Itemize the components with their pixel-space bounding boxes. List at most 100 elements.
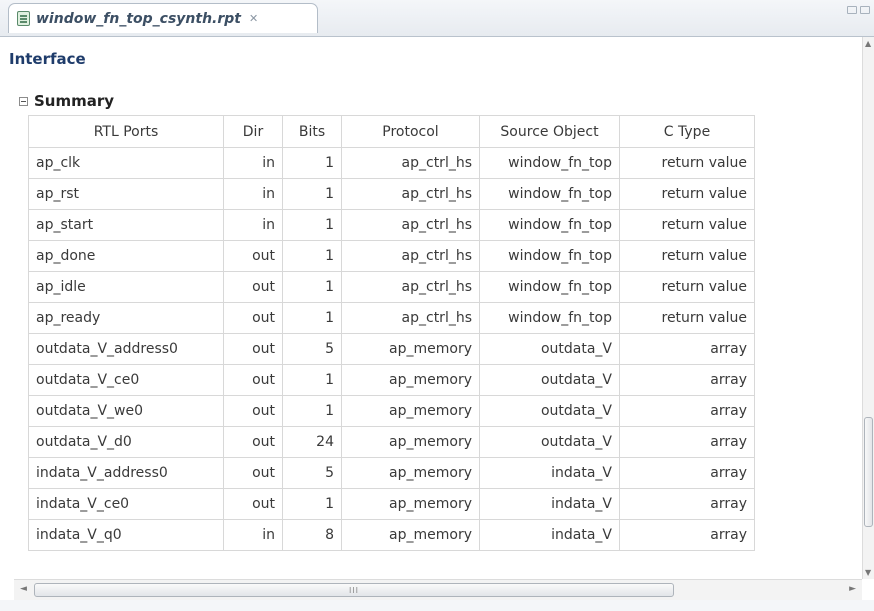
cell-dir: out — [223, 426, 283, 458]
subsection-title: Summary — [34, 92, 115, 110]
bottom-edge — [0, 600, 874, 611]
cell-dir: out — [223, 333, 283, 365]
cell-protocol: ap_ctrl_hs — [341, 178, 480, 210]
column-header-protocol: Protocol — [341, 115, 480, 148]
cell-protocol: ap_memory — [341, 488, 480, 520]
column-header-source-object: Source Object — [479, 115, 620, 148]
table-row: ap_start in 1 ap_ctrl_hs window_fn_top return… — [28, 209, 755, 241]
cell-c-type: array — [619, 457, 755, 489]
cell-dir: in — [223, 519, 283, 551]
cell-source-object: window_fn_top — [479, 271, 620, 303]
cell-c-type: array — [619, 519, 755, 551]
cell-rtl-port: outdata_V_d0 — [28, 426, 224, 458]
cell-bits: 1 — [282, 488, 342, 520]
column-header-rtl-ports: RTL Ports — [28, 115, 224, 148]
cell-dir: out — [223, 457, 283, 489]
cell-dir: in — [223, 147, 283, 179]
table-row: indata_V_address0 out 5 ap_memory indata_V ar… — [28, 457, 755, 489]
cell-protocol: ap_memory — [341, 426, 480, 458]
section-title[interactable]: Interface — [9, 50, 86, 68]
cell-c-type: array — [619, 364, 755, 396]
cell-rtl-port: indata_V_address0 — [28, 457, 224, 489]
cell-protocol: ap_ctrl_hs — [341, 209, 480, 241]
cell-source-object: indata_V — [479, 457, 620, 489]
cell-bits: 5 — [282, 333, 342, 365]
editor-tab-strip: window_fn_top_csynth.rpt ✕ — [0, 0, 874, 37]
cell-dir: out — [223, 395, 283, 427]
horizontal-scrollbar[interactable]: ◄ III ► — [14, 579, 862, 600]
cell-rtl-port: outdata_V_address0 — [28, 333, 224, 365]
cell-source-object: window_fn_top — [479, 147, 620, 179]
scroll-right-icon[interactable]: ► — [849, 584, 856, 594]
cell-rtl-port: ap_idle — [28, 271, 224, 303]
table-row: ap_ready out 1 ap_ctrl_hs window_fn_top retur… — [28, 302, 755, 334]
scroll-up-icon[interactable]: ▲ — [865, 39, 871, 48]
cell-bits: 1 — [282, 240, 342, 272]
cell-c-type: return value — [619, 147, 755, 179]
report-file-icon — [17, 11, 30, 26]
cell-source-object: window_fn_top — [479, 240, 620, 272]
cell-source-object: outdata_V — [479, 426, 620, 458]
cell-source-object: window_fn_top — [479, 178, 620, 210]
cell-dir: out — [223, 240, 283, 272]
close-icon[interactable]: ✕ — [249, 12, 258, 25]
table-row: ap_rst in 1 ap_ctrl_hs window_fn_top return v… — [28, 178, 755, 210]
editor-tab[interactable]: window_fn_top_csynth.rpt ✕ — [8, 3, 318, 33]
cell-bits: 1 — [282, 209, 342, 241]
cell-dir: in — [223, 178, 283, 210]
cell-protocol: ap_memory — [341, 395, 480, 427]
collapse-icon[interactable] — [19, 96, 28, 106]
interface-summary-table: RTL Ports Dir Bits Protocol Source Objec… — [28, 115, 755, 551]
cell-rtl-port: ap_ready — [28, 302, 224, 334]
horizontal-scroll-thumb[interactable]: III — [34, 583, 674, 597]
column-header-bits: Bits — [282, 115, 342, 148]
cell-rtl-port: outdata_V_ce0 — [28, 364, 224, 396]
column-header-c-type: C Type — [619, 115, 755, 148]
scroll-left-icon[interactable]: ◄ — [20, 584, 27, 594]
table-row: outdata_V_d0 out 24 ap_memory outdata_V array — [28, 426, 755, 458]
cell-bits: 1 — [282, 302, 342, 334]
cell-protocol: ap_memory — [341, 364, 480, 396]
table-row: ap_idle out 1 ap_ctrl_hs window_fn_top return… — [28, 271, 755, 303]
cell-c-type: array — [619, 333, 755, 365]
table-row: ap_clk in 1 ap_ctrl_hs window_fn_top return v… — [28, 147, 755, 179]
maximize-icon[interactable] — [860, 6, 870, 14]
cell-dir: out — [223, 271, 283, 303]
cell-rtl-port: ap_rst — [28, 178, 224, 210]
table-row: ap_done out 1 ap_ctrl_hs window_fn_top return… — [28, 240, 755, 272]
summary-header[interactable]: Summary — [19, 92, 114, 110]
table-row: indata_V_ce0 out 1 ap_memory indata_V array — [28, 488, 755, 520]
cell-source-object: outdata_V — [479, 333, 620, 365]
tab-title: window_fn_top_csynth.rpt — [36, 10, 241, 27]
cell-bits: 1 — [282, 364, 342, 396]
cell-protocol: ap_ctrl_hs — [341, 302, 480, 334]
table-row: indata_V_q0 in 8 ap_memory indata_V array — [28, 519, 755, 551]
cell-rtl-port: indata_V_ce0 — [28, 488, 224, 520]
cell-c-type: return value — [619, 178, 755, 210]
cell-bits: 1 — [282, 271, 342, 303]
cell-protocol: ap_ctrl_hs — [341, 240, 480, 272]
scroll-grip-icon: III — [348, 585, 360, 595]
vertical-scrollbar[interactable]: ▲ ▼ — [862, 37, 874, 579]
cell-c-type: array — [619, 395, 755, 427]
cell-c-type: array — [619, 426, 755, 458]
column-header-dir: Dir — [223, 115, 283, 148]
cell-rtl-port: outdata_V_we0 — [28, 395, 224, 427]
minimize-icon[interactable] — [847, 6, 857, 14]
cell-bits: 1 — [282, 178, 342, 210]
cell-bits: 5 — [282, 457, 342, 489]
cell-dir: out — [223, 302, 283, 334]
cell-rtl-port: ap_done — [28, 240, 224, 272]
scroll-down-icon[interactable]: ▼ — [865, 568, 871, 577]
cell-protocol: ap_memory — [341, 519, 480, 551]
cell-bits: 1 — [282, 147, 342, 179]
vertical-scroll-thumb[interactable] — [864, 417, 873, 527]
cell-rtl-port: ap_start — [28, 209, 224, 241]
cell-c-type: return value — [619, 209, 755, 241]
cell-c-type: return value — [619, 302, 755, 334]
cell-source-object: window_fn_top — [479, 302, 620, 334]
cell-protocol: ap_memory — [341, 457, 480, 489]
cell-rtl-port: ap_clk — [28, 147, 224, 179]
table-header-row: RTL Ports Dir Bits Protocol Source Objec… — [28, 115, 755, 148]
cell-protocol: ap_memory — [341, 333, 480, 365]
